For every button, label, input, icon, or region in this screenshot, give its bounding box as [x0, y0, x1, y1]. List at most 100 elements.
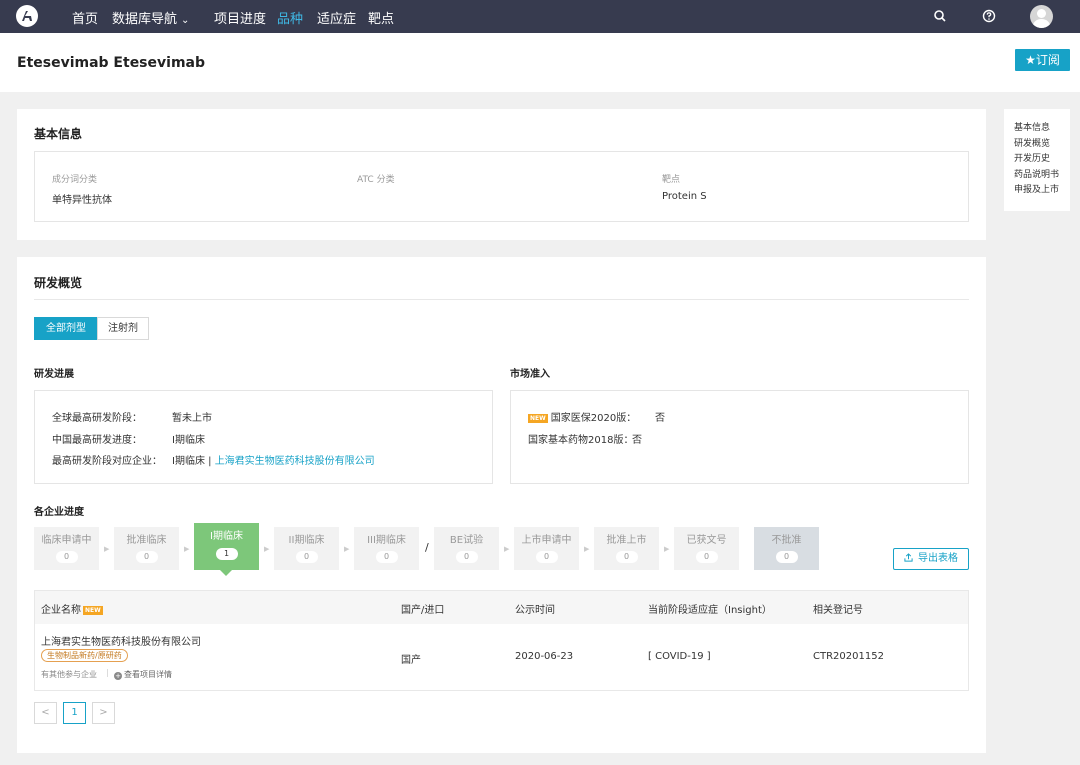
export-icon: [904, 553, 913, 562]
stage-clinical-application[interactable]: 临床申请中 0: [34, 527, 99, 570]
date-cell: 2020-06-23: [515, 651, 574, 662]
search-icon[interactable]: [933, 9, 947, 23]
top-company-link[interactable]: 上海君实生物医药科技股份有限公司: [215, 456, 375, 467]
view-detail-link[interactable]: + 查看项目详情: [114, 669, 172, 680]
user-avatar-icon[interactable]: [1030, 5, 1053, 28]
top-nav: 首页 数据库导航 ⌄ 项目进度 品种 适应症 靶点: [0, 0, 1080, 33]
stage-licensed[interactable]: 已获文号 0: [674, 527, 739, 570]
side-anchor-nav: 基本信息 研发概览 开发历史 药品说明书 申报及上市: [1004, 109, 1070, 211]
arrow-right-icon: ▶: [664, 545, 670, 553]
new-badge: NEW: [528, 413, 548, 423]
stage-be-trial[interactable]: BE试验 0: [434, 527, 499, 570]
side-nav-overview[interactable]: 研发概览: [1014, 137, 1070, 153]
stage-count: 0: [375, 551, 398, 563]
help-icon[interactable]: [982, 9, 996, 23]
nav-project-progress[interactable]: 项目进度: [214, 8, 266, 27]
basic-info-title: 基本信息: [34, 127, 83, 141]
th-reg-no: 相关登记号: [813, 605, 863, 616]
slash-separator: /: [425, 541, 429, 554]
top-company-label: 最高研发阶段对应企业：: [52, 456, 162, 467]
th-origin: 国产/进口: [401, 605, 445, 616]
company-link[interactable]: 上海君实生物医药科技股份有限公司: [41, 633, 201, 648]
stage-count: 0: [455, 551, 478, 563]
stage-label: BE试验: [449, 535, 484, 546]
field-label-ingredient: 成分词分类: [52, 175, 98, 185]
company-table: 企业名称 NEW 国产/进口 公示时间 当前阶段适应症（Insight） 相关登记…: [34, 590, 969, 691]
field-value-ingredient: 单特异性抗体: [52, 195, 112, 206]
top-company-stage: I期临床 |: [172, 456, 215, 467]
basic-info-box: 成分词分类 单特异性抗体 ATC 分类 靶点 Protein S: [34, 151, 969, 222]
nav-variety[interactable]: 品种: [277, 8, 303, 27]
stage-phase-1[interactable]: I期临床 1: [194, 523, 259, 570]
export-label: 导出表格: [918, 553, 958, 564]
stage-count: 0: [695, 551, 718, 563]
table-header: 企业名称 NEW 国产/进口 公示时间 当前阶段适应症（Insight） 相关登记…: [35, 591, 968, 624]
global-stage-value: 暂未上市: [172, 413, 212, 424]
drug-type-tag: 生物制品新药/原研药: [41, 649, 128, 662]
prev-page-button[interactable]: <: [34, 702, 57, 724]
plus-circle-icon: +: [114, 672, 122, 680]
stage-label: 已获文号: [686, 535, 727, 546]
stage-pointer: [220, 570, 232, 576]
th-company-label: 企业名称: [41, 605, 81, 616]
export-table-button[interactable]: 导出表格: [893, 548, 969, 570]
nav-database[interactable]: 数据库导航 ⌄: [112, 8, 189, 27]
arrow-right-icon: ▶: [104, 545, 110, 553]
th-indication: 当前阶段适应症（Insight）: [648, 605, 772, 616]
view-detail-label: 查看项目详情: [124, 670, 172, 679]
other-companies-link[interactable]: 有其他参与企业: [41, 669, 97, 680]
stage-label: III期临床: [367, 535, 406, 546]
stage-label: 批准临床: [126, 535, 167, 546]
stage-count: 0: [775, 551, 798, 563]
stage-phase-3[interactable]: III期临床 0: [354, 527, 419, 570]
arrow-right-icon: ▶: [184, 545, 190, 553]
stage-label: II期临床: [288, 535, 325, 546]
field-value-target: Protein S: [662, 191, 707, 202]
next-page-button[interactable]: >: [92, 702, 115, 724]
nrdl-label: NEW 国家医保2020版：: [528, 409, 636, 424]
side-nav-basic-info[interactable]: 基本信息: [1014, 121, 1070, 137]
arrow-right-icon: ▶: [504, 545, 510, 553]
stage-count: 1: [215, 548, 238, 560]
stage-clinical-approved[interactable]: 批准临床 0: [114, 527, 179, 570]
stage-approved[interactable]: 批准上市 0: [594, 527, 659, 570]
page-1-button[interactable]: 1: [63, 702, 86, 724]
stage-count: 0: [615, 551, 638, 563]
side-nav-label[interactable]: 药品说明书: [1014, 168, 1070, 184]
tab-injection[interactable]: 注射剂: [97, 317, 149, 340]
nav-home[interactable]: 首页: [72, 8, 98, 27]
top-company-value: I期临床 | 上海君实生物医药科技股份有限公司: [172, 452, 375, 467]
edl-label: 国家基本药物2018版：: [528, 435, 634, 446]
stage-count: 0: [55, 551, 78, 563]
nav-database-label: 数据库导航: [112, 12, 178, 27]
origin-cell: 国产: [401, 655, 421, 666]
nav-indication[interactable]: 适应症: [317, 8, 356, 27]
company-progress-title: 各企业进度: [34, 507, 84, 518]
page-title: Etesevimab Etesevimab: [17, 55, 205, 71]
stage-count: 0: [535, 551, 558, 563]
stage-count: 0: [295, 551, 318, 563]
th-company: 企业名称 NEW: [41, 601, 106, 616]
subscribe-button[interactable]: ★订阅: [1015, 49, 1070, 71]
edl-value: 否: [632, 435, 642, 446]
stage-marketing-application[interactable]: 上市申请中 0: [514, 527, 579, 570]
china-stage-label: 中国最高研发进度：: [52, 435, 142, 446]
arrow-right-icon: ▶: [584, 545, 590, 553]
basic-info-card: 基本信息 成分词分类 单特异性抗体 ATC 分类 靶点 Protein S: [17, 109, 986, 240]
logo-icon[interactable]: [16, 5, 38, 27]
reg-no-link[interactable]: CTR20201152: [813, 651, 884, 662]
side-nav-history[interactable]: 开发历史: [1014, 152, 1070, 168]
side-nav-filing[interactable]: 申报及上市: [1014, 183, 1070, 199]
nrdl-label-text: 国家医保2020版：: [550, 413, 637, 424]
stage-rejected[interactable]: 不批准 0: [754, 527, 819, 570]
chevron-down-icon: ⌄: [181, 15, 190, 26]
indication-link[interactable]: [ COVID-19 ]: [648, 651, 711, 662]
stage-count: 0: [135, 551, 158, 563]
divider: [34, 299, 969, 300]
tab-all-forms[interactable]: 全部剂型: [34, 317, 98, 340]
stage-label: 不批准: [771, 535, 802, 546]
stage-phase-2[interactable]: II期临床 0: [274, 527, 339, 570]
nav-target[interactable]: 靶点: [368, 8, 394, 27]
global-stage-label: 全球最高研发阶段：: [52, 413, 142, 424]
stage-label: 批准上市: [606, 535, 647, 546]
